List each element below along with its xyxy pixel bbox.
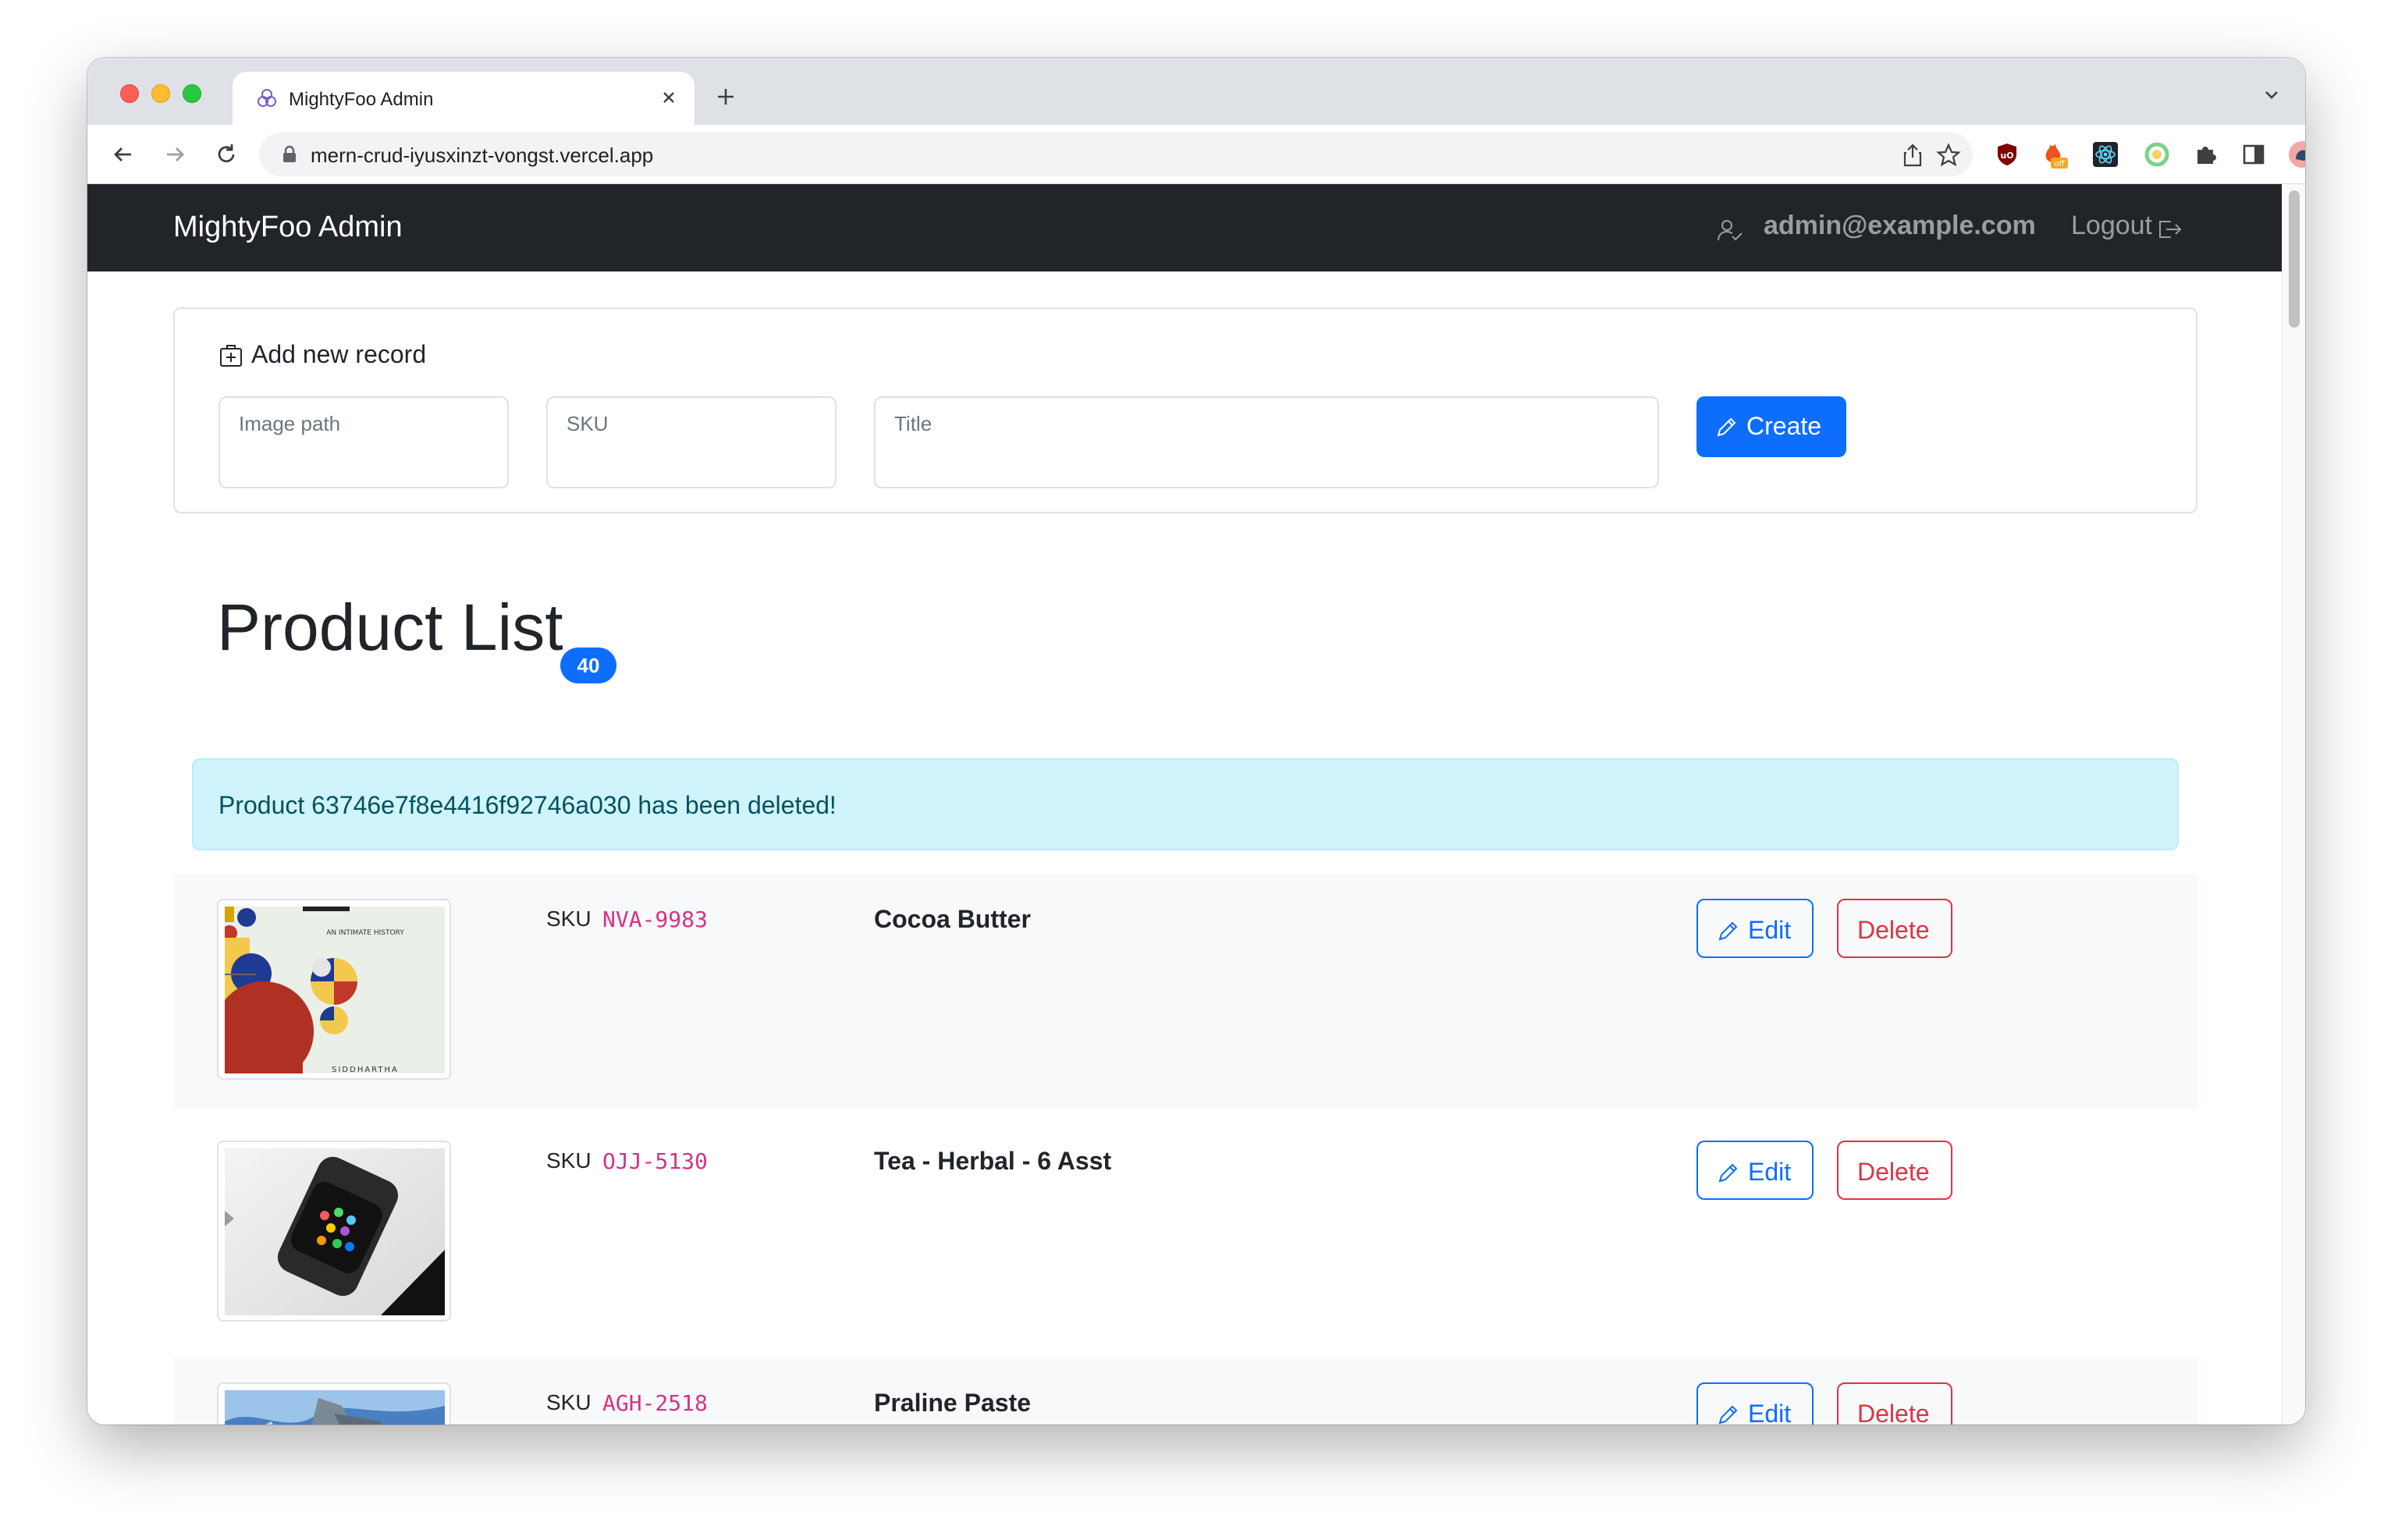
back-icon[interactable] (108, 139, 139, 170)
svg-text:uO: uO (2000, 151, 2013, 161)
share-icon[interactable] (1899, 142, 1926, 169)
sku-placeholder: SKU (567, 412, 609, 435)
brand-link[interactable]: MightyFoo Admin (173, 211, 403, 244)
robot-scene-image (225, 1390, 445, 1425)
image-path-input[interactable]: Image path (218, 396, 509, 488)
pencil-icon (1718, 1163, 1738, 1183)
edit-button-label: Edit (1748, 1400, 1792, 1425)
edit-button[interactable]: Edit (1696, 899, 1814, 958)
page-title: Product List (217, 591, 563, 664)
add-record-card: Add new record Image path SKU Title Crea… (173, 307, 2197, 513)
deleted-alert: Product 63746e7f8e4416f92746a030 has bee… (192, 758, 2179, 850)
delete-button-label: Delete (1857, 916, 1930, 944)
maximize-window-button[interactable] (183, 84, 201, 103)
new-tab-icon[interactable] (712, 83, 740, 111)
product-row: AN INTIMATE HISTORY SIDDHARTHA SKU NVA-9… (173, 874, 2197, 1109)
logout-link[interactable]: Logout (2071, 211, 2152, 241)
scrollbar-thumb[interactable] (2289, 190, 2300, 328)
delete-button[interactable]: Delete (1837, 1382, 1952, 1425)
book-cover-image: AN INTIMATE HISTORY SIDDHARTHA (225, 907, 445, 1073)
browser-toolbar: mern-crud-iyusxinzt-vongst.vercel.app uO… (87, 125, 2305, 184)
page-scrollbar[interactable] (2282, 184, 2305, 1425)
product-title: Tea - Herbal - 6 Asst (874, 1147, 1112, 1175)
delete-button-label: Delete (1857, 1400, 1930, 1425)
close-window-button[interactable] (120, 84, 139, 103)
url-text: mern-crud-iyusxinzt-vongst.vercel.app (311, 144, 654, 167)
sku-label: SKU (546, 907, 592, 931)
product-image-robot-scene (217, 1382, 451, 1425)
delete-button-label: Delete (1857, 1158, 1930, 1186)
svg-text:off: off (2054, 160, 2065, 169)
edit-button[interactable]: Edit (1696, 1141, 1814, 1200)
top-navbar: MightyFoo Admin admin@example.com Logout (87, 184, 2282, 271)
ublock-extension-icon[interactable]: uO (1991, 139, 2023, 170)
product-row: SKU OJJ-5130 Tea - Herbal - 6 Asst Edit … (173, 1116, 2197, 1351)
bookmark-star-icon[interactable] (1935, 142, 1962, 169)
alert-message: Product 63746e7f8e4416f92746a030 has bee… (218, 791, 837, 819)
tab-search-chevron-icon[interactable] (2260, 83, 2283, 106)
close-tab-icon[interactable] (655, 84, 682, 111)
image-path-placeholder: Image path (239, 412, 341, 435)
address-bar[interactable]: mern-crud-iyusxinzt-vongst.vercel.app (259, 133, 1973, 176)
extensions-puzzle-icon[interactable] (2190, 139, 2221, 170)
react-devtools-icon[interactable] (2090, 139, 2121, 170)
user-check-icon (1718, 220, 1743, 241)
book-author-text: SIDDHARTHA (332, 1066, 399, 1073)
page-viewport: MightyFoo Admin admin@example.com Logout… (87, 184, 2305, 1425)
lock-icon (283, 145, 296, 162)
extension-off-icon[interactable]: off (2038, 139, 2069, 170)
edit-button-label: Edit (1748, 916, 1792, 944)
create-button-label: Create (1746, 412, 1822, 440)
product-title: Praline Paste (874, 1389, 1031, 1417)
sku-label: SKU (546, 1390, 592, 1414)
pencil-icon (1718, 1405, 1738, 1425)
smartwatch-image (225, 1148, 445, 1315)
browser-window: MightyFoo Admin mern-crud-iyusxinzt-vong… (87, 58, 2305, 1425)
sku-code: AGH-2518 (602, 1390, 708, 1416)
product-image-book-cover: AN INTIMATE HISTORY SIDDHARTHA (217, 899, 451, 1080)
browser-tab[interactable]: MightyFoo Admin (233, 72, 695, 125)
side-panel-icon[interactable] (2238, 139, 2269, 170)
title-input[interactable]: Title (874, 396, 1659, 488)
sku-code: NVA-9983 (602, 907, 708, 932)
edit-button-label: Edit (1748, 1158, 1792, 1186)
tab-bar: MightyFoo Admin (87, 58, 2305, 125)
reload-icon[interactable] (211, 139, 242, 170)
product-row: SKU AGH-2518 Praline Paste Edit Delete (173, 1357, 2197, 1425)
product-title: Cocoa Butter (874, 905, 1031, 933)
create-button[interactable]: Create (1696, 396, 1846, 457)
site-favicon-icon (258, 89, 276, 107)
minimize-window-button[interactable] (151, 84, 170, 103)
card-title: Add new record (251, 340, 427, 368)
delete-button[interactable]: Delete (1837, 1141, 1952, 1200)
product-count-badge: 40 (560, 648, 616, 683)
sku-code: OJJ-5130 (602, 1148, 708, 1174)
pencil-icon (1718, 921, 1738, 941)
profile-avatar[interactable] (2286, 139, 2305, 170)
forward-icon[interactable] (159, 139, 190, 170)
product-image-smartwatch (217, 1141, 451, 1322)
delete-button[interactable]: Delete (1837, 899, 1952, 958)
logout-icon[interactable] (2155, 215, 2183, 243)
add-box-icon (220, 345, 242, 367)
color-extension-icon[interactable] (2141, 139, 2173, 170)
tab-title: MightyFoo Admin (289, 89, 434, 110)
sku-label: SKU (546, 1148, 592, 1173)
sku-input[interactable]: SKU (546, 396, 837, 488)
pencil-icon (1717, 417, 1736, 437)
book-subtitle-text: AN INTIMATE HISTORY (326, 929, 404, 937)
user-email: admin@example.com (1764, 211, 2036, 240)
edit-button[interactable]: Edit (1696, 1382, 1814, 1425)
title-placeholder: Title (894, 412, 933, 435)
